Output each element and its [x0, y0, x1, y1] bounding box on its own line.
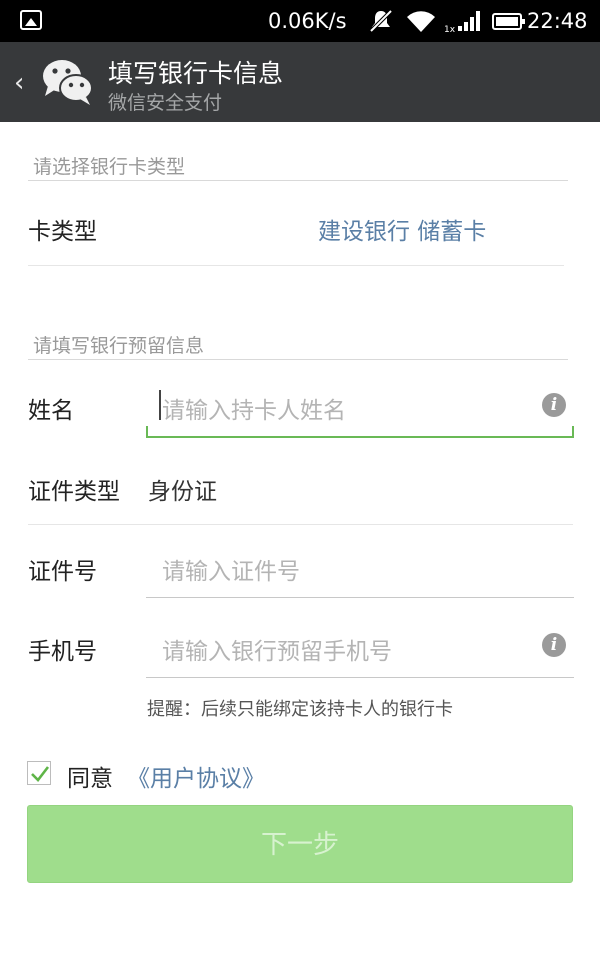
page-title: 填写银行卡信息 [108, 59, 284, 88]
image-icon [20, 10, 42, 30]
network-speed: 0.06K/s [268, 9, 347, 33]
section-header-card-type: 请选择银行卡类型 [33, 156, 186, 178]
clock: 22:48 [527, 9, 588, 33]
wechat-icon [40, 56, 96, 112]
next-button[interactable]: 下一步 [27, 805, 573, 883]
page-subtitle: 微信安全支付 [108, 92, 223, 114]
name-input-underline-left [146, 426, 148, 438]
mute-icon [368, 8, 394, 38]
agree-checkbox[interactable] [27, 761, 51, 785]
phone-label: 手机号 [28, 639, 97, 665]
id-number-input[interactable]: 请输入证件号 [162, 552, 300, 586]
name-input[interactable]: 请输入持卡人姓名 [162, 391, 346, 425]
id-type-label: 证件类型 [28, 479, 120, 505]
divider [28, 265, 564, 266]
chevron-left-icon[interactable]: ‹ [14, 68, 24, 98]
app-bar: ‹ 填写银行卡信息 微信安全支付 [0, 42, 600, 122]
divider [28, 180, 568, 181]
user-agreement-link[interactable]: 《用户协议》 [127, 759, 265, 793]
agree-label: 同意 [67, 766, 113, 792]
battery-icon [492, 13, 525, 30]
signal-icon: 1x [444, 8, 486, 38]
phone-input-underline [146, 677, 574, 678]
id-number-label: 证件号 [28, 559, 97, 585]
divider [28, 359, 568, 360]
id-number-input-underline [146, 597, 574, 598]
reminder-text: 提醒：后续只能绑定该持卡人的银行卡 [147, 699, 453, 720]
name-input-underline [146, 436, 574, 438]
card-type-label: 卡类型 [28, 219, 97, 245]
svg-text:1x: 1x [444, 25, 456, 34]
section-header-reserved-info: 请填写银行预留信息 [33, 335, 205, 357]
name-input-underline-right [572, 426, 574, 438]
id-type-value: 身份证 [148, 479, 217, 505]
phone-input[interactable]: 请输入银行预留手机号 [162, 632, 392, 666]
card-type-value[interactable]: 建设银行 储蓄卡 [318, 212, 486, 246]
name-label: 姓名 [28, 398, 74, 424]
text-caret [159, 390, 161, 420]
check-icon [31, 766, 50, 782]
info-icon[interactable]: i [542, 633, 566, 657]
status-bar: 0.06K/s 1x 22:48 [0, 0, 600, 42]
info-icon[interactable]: i [542, 393, 566, 417]
wifi-icon [406, 8, 436, 38]
divider [28, 524, 573, 525]
